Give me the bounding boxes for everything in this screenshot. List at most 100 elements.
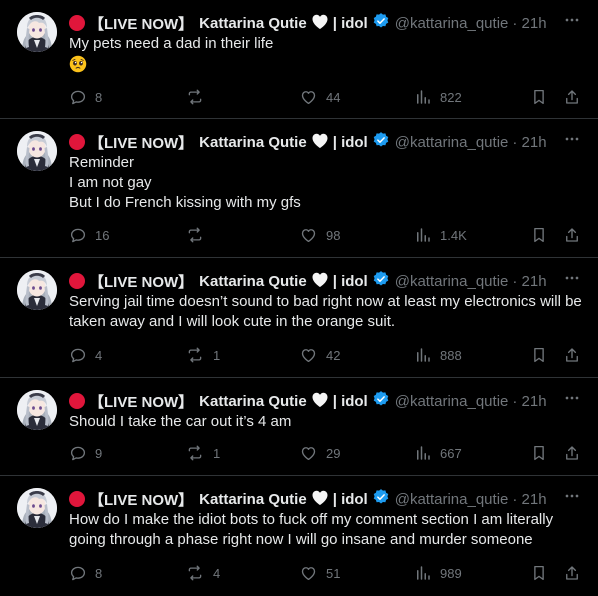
reply-icon xyxy=(69,346,87,364)
bookmark-button[interactable] xyxy=(530,442,548,464)
reply-button[interactable]: 4 xyxy=(69,344,102,366)
white-heart-icon xyxy=(311,489,329,510)
avatar[interactable] xyxy=(17,12,57,52)
tweet[interactable]: 【LIVE NOW】 Kattarina Qutie | idol @katta… xyxy=(0,119,598,258)
author-handle[interactable]: @kattarina_qutie xyxy=(395,273,509,290)
author-handle[interactable]: @kattarina_qutie xyxy=(395,393,509,410)
like-count: 44 xyxy=(326,89,341,105)
like-icon xyxy=(299,564,318,582)
share-button[interactable] xyxy=(563,442,581,464)
tweet-actions: 9 1 29 667 xyxy=(69,442,584,464)
like-button[interactable]: 29 xyxy=(299,442,340,464)
views-count: 667 xyxy=(440,445,462,461)
retweet-button[interactable] xyxy=(185,86,213,108)
author-name[interactable]: Kattarina Qutie xyxy=(199,491,307,508)
views-icon xyxy=(414,88,432,106)
tweet-header: 【LIVE NOW】 Kattarina Qutie | idol @katta… xyxy=(69,488,586,510)
like-button[interactable]: 51 xyxy=(299,562,340,584)
author-handle[interactable]: @kattarina_qutie xyxy=(395,15,509,32)
reply-button[interactable]: 9 xyxy=(69,442,102,464)
reply-icon xyxy=(69,226,87,244)
retweet-button[interactable]: 1 xyxy=(185,344,220,366)
avatar[interactable] xyxy=(17,488,57,528)
share-button[interactable] xyxy=(563,86,581,108)
author-name-suffix[interactable]: | idol xyxy=(333,491,368,508)
white-heart-icon xyxy=(311,271,329,292)
bookmark-button[interactable] xyxy=(530,224,548,246)
bookmark-button[interactable] xyxy=(530,86,548,108)
retweet-button[interactable]: 4 xyxy=(185,562,220,584)
views-button[interactable]: 1.4K xyxy=(414,224,467,246)
like-button[interactable]: 42 xyxy=(299,344,340,366)
author-name-suffix[interactable]: | idol xyxy=(333,393,368,410)
author-name[interactable]: Kattarina Qutie xyxy=(199,15,307,32)
white-heart-icon xyxy=(311,132,329,153)
tweet-actions: 8 4 51 989 xyxy=(69,562,584,584)
author-name[interactable]: Kattarina Qutie xyxy=(199,393,307,410)
tweet-time[interactable]: · 21h xyxy=(512,134,546,151)
tweet-time[interactable]: · 21h xyxy=(512,393,546,410)
author-name-suffix[interactable]: | idol xyxy=(333,273,368,290)
verified-badge-icon[interactable] xyxy=(372,270,390,292)
author-name-suffix[interactable]: | idol xyxy=(333,15,368,32)
reply-button[interactable]: 8 xyxy=(69,562,102,584)
views-button[interactable]: 822 xyxy=(414,86,462,108)
retweet-count: 1 xyxy=(213,445,221,461)
tweet[interactable]: 【LIVE NOW】 Kattarina Qutie | idol @katta… xyxy=(0,258,598,378)
author-name[interactable]: Kattarina Qutie xyxy=(199,273,307,290)
tweet-actions: 4 1 42 888 xyxy=(69,344,584,366)
live-badge: 【LIVE NOW】 xyxy=(89,393,194,411)
tweet[interactable]: 【LIVE NOW】 Kattarina Qutie | idol @katta… xyxy=(0,378,598,476)
views-button[interactable]: 989 xyxy=(414,562,462,584)
more-icon[interactable] xyxy=(562,129,582,149)
reply-count: 8 xyxy=(95,89,103,105)
tweet[interactable]: 【LIVE NOW】 Kattarina Qutie | idol @katta… xyxy=(0,476,598,596)
reply-count: 16 xyxy=(95,227,110,243)
tweet-time[interactable]: · 21h xyxy=(512,273,546,290)
more-icon[interactable] xyxy=(562,388,582,408)
author-name[interactable]: Kattarina Qutie xyxy=(199,134,307,151)
live-badge: 【LIVE NOW】 xyxy=(89,15,194,33)
more-icon[interactable] xyxy=(562,268,582,288)
tweet-time[interactable]: · 21h xyxy=(512,15,546,32)
author-name-suffix[interactable]: | idol xyxy=(333,134,368,151)
share-button[interactable] xyxy=(563,344,581,366)
verified-badge-icon[interactable] xyxy=(372,12,390,34)
avatar[interactable] xyxy=(17,390,57,430)
like-button[interactable]: 98 xyxy=(299,224,340,246)
retweet-button[interactable] xyxy=(185,224,213,246)
like-button[interactable]: 44 xyxy=(299,86,340,108)
retweet-icon xyxy=(185,444,205,462)
tweet-header: 【LIVE NOW】 Kattarina Qutie | idol @katta… xyxy=(69,12,586,34)
tweet-header: 【LIVE NOW】 Kattarina Qutie | idol @katta… xyxy=(69,131,586,153)
retweet-button[interactable]: 1 xyxy=(185,442,220,464)
tweet-text: My pets need a dad in their life xyxy=(69,34,582,74)
bookmark-button[interactable] xyxy=(530,562,548,584)
tweet-time[interactable]: · 21h xyxy=(512,491,546,508)
share-icon xyxy=(563,345,581,365)
more-icon[interactable] xyxy=(562,10,582,30)
retweet-icon xyxy=(185,88,205,106)
verified-badge-icon[interactable] xyxy=(372,131,390,153)
tweet-header: 【LIVE NOW】 Kattarina Qutie | idol @katta… xyxy=(69,270,586,292)
reply-button[interactable]: 8 xyxy=(69,86,102,108)
more-icon[interactable] xyxy=(562,486,582,506)
share-icon xyxy=(563,443,581,463)
white-heart-icon xyxy=(311,13,329,34)
views-button[interactable]: 667 xyxy=(414,442,462,464)
bookmark-button[interactable] xyxy=(530,344,548,366)
share-button[interactable] xyxy=(563,562,581,584)
share-button[interactable] xyxy=(563,224,581,246)
tweet[interactable]: 【LIVE NOW】 Kattarina Qutie | idol @katta… xyxy=(0,0,598,119)
live-dot-icon xyxy=(69,393,85,409)
views-button[interactable]: 888 xyxy=(414,344,462,366)
avatar[interactable] xyxy=(17,270,57,310)
verified-badge-icon[interactable] xyxy=(372,390,390,412)
avatar[interactable] xyxy=(17,131,57,171)
live-dot-icon xyxy=(69,15,85,31)
author-handle[interactable]: @kattarina_qutie xyxy=(395,491,509,508)
author-handle[interactable]: @kattarina_qutie xyxy=(395,134,509,151)
reply-icon xyxy=(69,88,87,106)
reply-button[interactable]: 16 xyxy=(69,224,109,246)
verified-badge-icon[interactable] xyxy=(372,488,390,510)
